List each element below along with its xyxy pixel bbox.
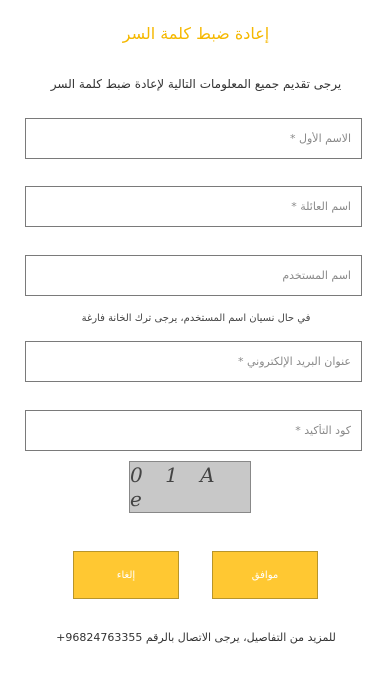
username-field[interactable]: [25, 255, 362, 296]
ok-button[interactable]: موافق: [212, 551, 318, 599]
email-field[interactable]: [25, 341, 362, 382]
reset-password-screen: إعادة ضبط كلمة السر يرجى تقديم جميع المع…: [0, 0, 392, 696]
family-name-field[interactable]: [25, 186, 362, 227]
page-subtitle: يرجى تقديم جميع المعلومات التالية لإعادة…: [50, 77, 342, 91]
captcha-image: 0 1 A e: [129, 461, 251, 513]
confirm-code-field[interactable]: [25, 410, 362, 451]
first-name-field[interactable]: [25, 118, 362, 159]
username-hint: في حال نسيان اسم المستخدم، يرجى ترك الخا…: [81, 313, 311, 324]
cancel-button[interactable]: إلغاء: [73, 551, 179, 599]
contact-info: للمزيد من التفاصيل، يرجى الاتصال بالرقم …: [56, 631, 336, 644]
page-title: إعادة ضبط كلمة السر: [122, 24, 270, 43]
